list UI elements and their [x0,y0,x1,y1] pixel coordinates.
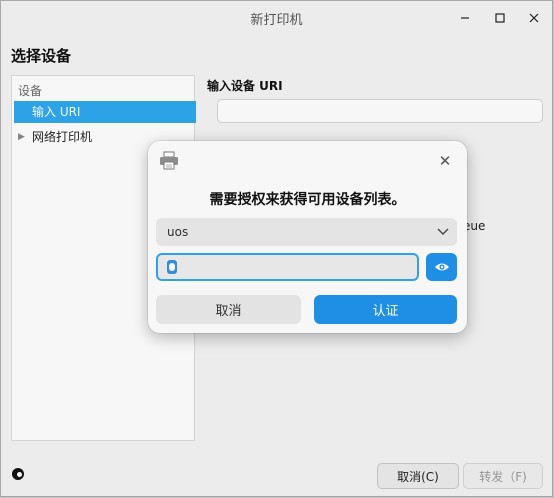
authenticate-button[interactable]: 认证 [314,295,457,324]
username-select[interactable]: uos [156,218,457,246]
auth-message: 需要授权来获得可用设备列表。 [209,192,406,208]
dialog-close-icon[interactable]: ✕ [437,153,453,169]
text-cursor [167,260,177,274]
chevron-down-icon [437,218,449,257]
auth-dialog: ✕ 需要授权来获得可用设备列表。 uos 取消 认证 [148,141,467,333]
printer-icon [160,151,178,170]
new-printer-window: 新打印机 选择设备 设备 输入 URI ▶ 网络打印机 输入设备 URI eue… [0,0,553,497]
dialog-cancel-button[interactable]: 取消 [156,295,301,324]
show-password-button[interactable] [426,253,457,281]
username-value: uos [167,225,189,239]
password-field[interactable] [156,253,419,281]
eye-icon [434,263,449,271]
